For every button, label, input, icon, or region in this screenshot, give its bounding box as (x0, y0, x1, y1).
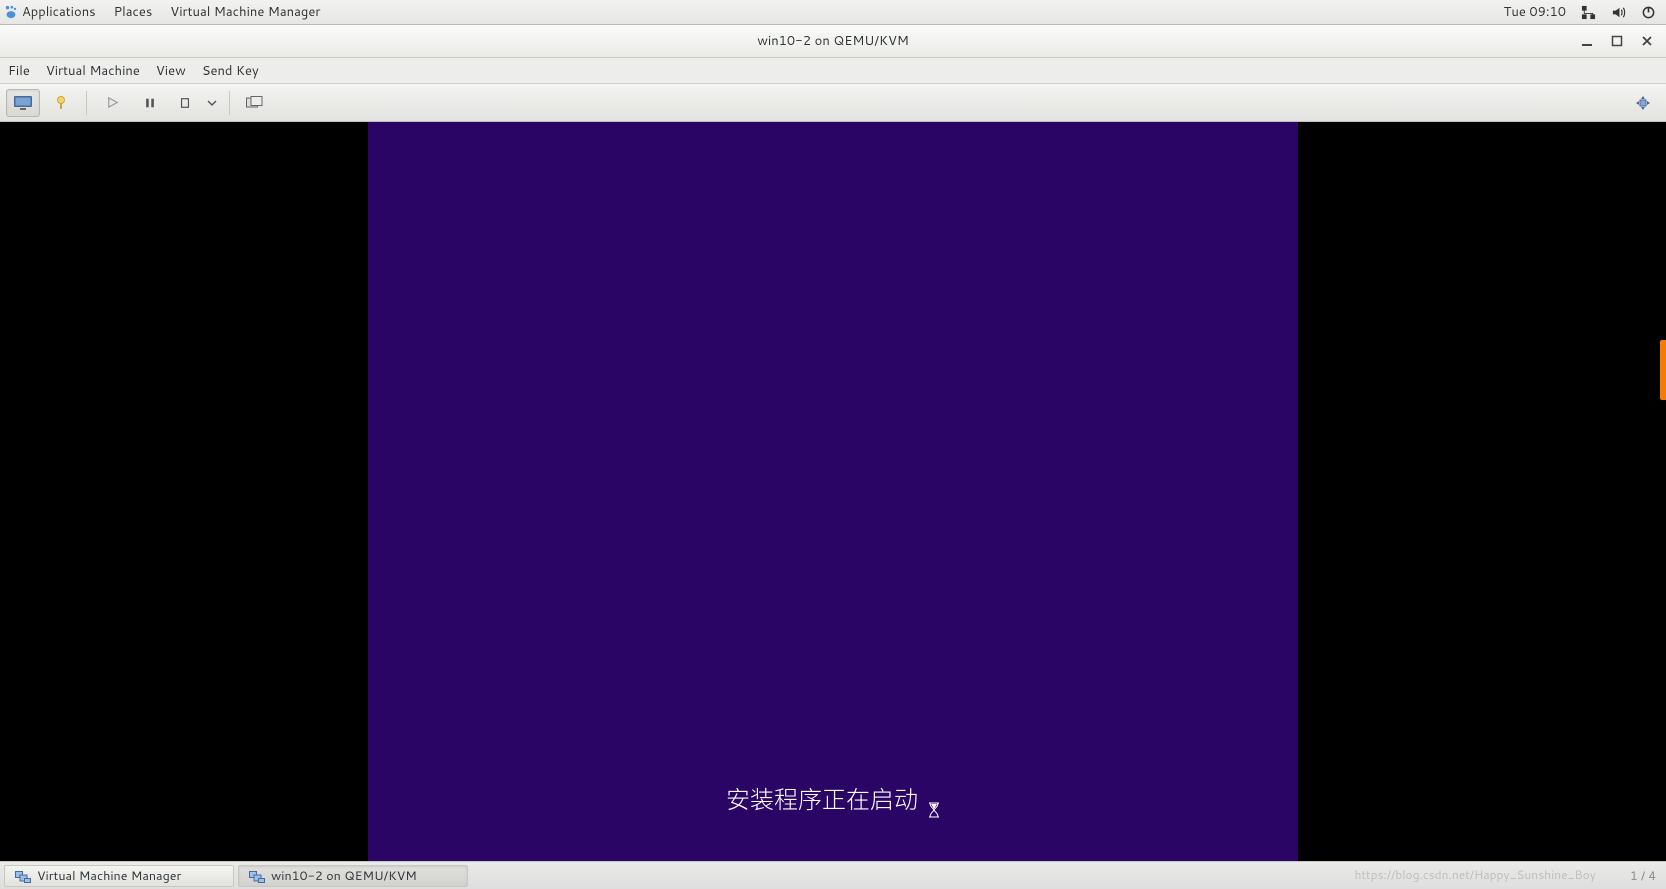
toolbar-separator (86, 91, 87, 115)
toolbar (0, 84, 1666, 122)
run-button[interactable] (95, 89, 129, 117)
close-button[interactable] (1638, 32, 1656, 50)
task-item-vmm[interactable]: Virtual Machine Manager (4, 865, 234, 887)
vm-icon (249, 870, 265, 882)
applications-menu-label: Applications (22, 3, 96, 21)
workspace-pager[interactable]: 1 / 4 (1630, 867, 1662, 884)
volume-icon[interactable] (1610, 4, 1626, 20)
right-edge-handle[interactable] (1660, 340, 1666, 400)
task-item-win10[interactable]: win10-2 on QEMU/KVM (238, 865, 468, 887)
menu-view[interactable]: View (156, 62, 186, 80)
focused-app-label: Virtual Machine Manager (170, 3, 320, 21)
minimize-button[interactable] (1578, 32, 1596, 50)
menu-virtual-machine[interactable]: Virtual Machine (46, 62, 140, 80)
pause-button[interactable] (133, 89, 167, 117)
guest-status-message: 安装程序正在启动 (368, 780, 1298, 815)
console-view-button[interactable] (6, 89, 40, 117)
power-icon[interactable] (1640, 4, 1656, 20)
menu-file[interactable]: File (8, 62, 30, 80)
shutdown-button[interactable] (171, 89, 199, 117)
menu-send-key[interactable]: Send Key (202, 62, 259, 80)
clock-label[interactable]: Tue 09:10 (1504, 3, 1566, 21)
applications-menu[interactable]: Applications (4, 3, 96, 21)
maximize-button[interactable] (1608, 32, 1626, 50)
focused-app-menu[interactable]: Virtual Machine Manager (170, 3, 320, 21)
gnome-top-bar: Applications Places Virtual Machine Mana… (0, 0, 1666, 25)
bottom-taskbar: Virtual Machine Manager win10-2 on QEMU/… (0, 861, 1666, 889)
guest-status-text: 安装程序正在启动 (726, 780, 918, 815)
places-menu[interactable]: Places (114, 3, 153, 21)
fullscreen-button[interactable] (1626, 89, 1660, 117)
snapshots-button[interactable] (238, 89, 272, 117)
shutdown-dropdown-button[interactable] (203, 89, 221, 117)
menu-bar: File Virtual Machine View Send Key (0, 58, 1666, 84)
places-menu-label: Places (114, 3, 153, 21)
task-item-label: win10-2 on QEMU/KVM (271, 867, 417, 885)
pager-label: 1 / 4 (1630, 867, 1656, 884)
guest-screen[interactable]: 安装程序正在启动 (368, 122, 1298, 861)
task-item-label: Virtual Machine Manager (37, 867, 181, 885)
gnome-foot-icon (4, 5, 18, 19)
window-title: win10-2 on QEMU/KVM (757, 32, 909, 50)
hourglass-icon (928, 790, 940, 806)
vm-icon (15, 870, 31, 882)
network-icon[interactable] (1580, 4, 1596, 20)
window-titlebar[interactable]: win10-2 on QEMU/KVM (0, 25, 1666, 58)
details-view-button[interactable] (44, 89, 78, 117)
guest-display-area[interactable]: 安装程序正在启动 (0, 122, 1666, 861)
toolbar-separator (229, 91, 230, 115)
